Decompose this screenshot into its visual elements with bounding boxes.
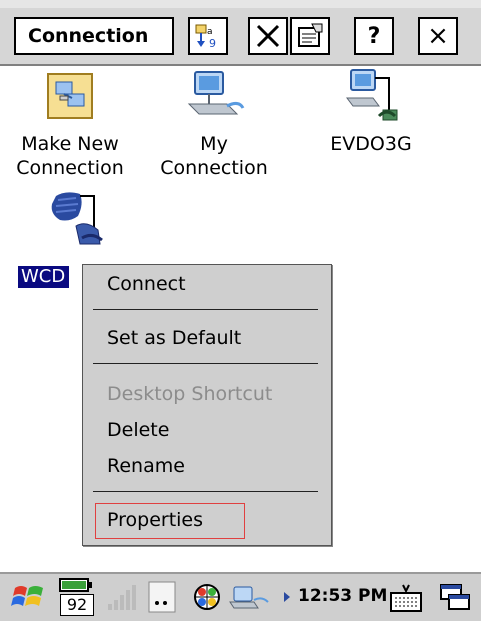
wcd-label-selected[interactable]: WCD (18, 266, 70, 288)
network-icon (229, 586, 290, 609)
more-icon (148, 581, 176, 613)
signal-icon (108, 585, 136, 610)
network-status[interactable] (226, 578, 294, 616)
item-label-line1: EVDO3G (330, 133, 412, 155)
battery-icon (59, 578, 92, 592)
delete-icon (256, 24, 280, 48)
menu-item-delete[interactable]: Delete (107, 419, 169, 441)
menu-item-set-as-default[interactable]: Set as Default (107, 327, 241, 349)
more-notifications-button[interactable] (146, 578, 178, 616)
dialup-phone-icon (346, 69, 398, 121)
title-strip (0, 0, 481, 8)
evdo3g-item[interactable]: EVDO3G (316, 68, 426, 156)
start-flag-icon (11, 586, 43, 606)
desktop-icon (440, 584, 470, 610)
menu-separator (93, 309, 318, 310)
wcd-item[interactable] (38, 190, 118, 252)
battery-level: 92 (60, 594, 94, 616)
menu-item-properties[interactable]: Properties (107, 509, 203, 531)
my-connection-item[interactable]: My Connection (154, 68, 274, 180)
item-label-line1: My (200, 133, 228, 155)
dialup-phone-icon (51, 192, 103, 245)
menu-item-rename[interactable]: Rename (107, 455, 185, 477)
taskbar: 92 12:53 PM (0, 572, 481, 621)
svg-text:a: a (207, 27, 213, 37)
context-menu: Connect Set as Default Desktop Shortcut … (82, 264, 332, 546)
make-new-connection-item[interactable]: Make New Connection (0, 68, 140, 180)
signal-indicator[interactable] (100, 578, 142, 616)
clock[interactable]: 12:53 PM (298, 586, 387, 606)
globe-icon (194, 584, 220, 610)
close-icon: × (427, 21, 449, 51)
menu-item-desktop-shortcut: Desktop Shortcut (107, 383, 273, 405)
show-desktop-button[interactable] (434, 578, 474, 616)
properties-icon (298, 23, 323, 47)
item-label-line1: Make New (21, 133, 119, 155)
keyboard-button[interactable] (386, 578, 426, 616)
svg-text:9: 9 (209, 37, 216, 50)
start-button[interactable] (8, 578, 50, 616)
item-label-line2: Connection (16, 157, 124, 179)
properties-button[interactable] (290, 17, 330, 55)
close-button[interactable]: × (418, 17, 458, 55)
help-button[interactable]: ? (354, 17, 394, 55)
menu-separator (93, 363, 318, 364)
window-title: Connection (14, 17, 174, 55)
globe-status[interactable] (190, 578, 224, 616)
network-computer-icon (187, 71, 245, 115)
sort-icon: 9 a (195, 24, 216, 50)
keyboard-icon (390, 584, 422, 612)
sort-button[interactable]: 9 a (188, 17, 228, 55)
item-label-line2: Connection (160, 157, 268, 179)
menu-separator (93, 491, 318, 492)
toolbar: Connection 9 a ? × (0, 8, 481, 66)
delete-button[interactable] (248, 17, 288, 55)
menu-item-connect[interactable]: Connect (107, 273, 186, 295)
new-connection-icon (47, 73, 93, 119)
battery-gauge[interactable] (56, 576, 96, 594)
help-icon: ? (367, 23, 381, 49)
